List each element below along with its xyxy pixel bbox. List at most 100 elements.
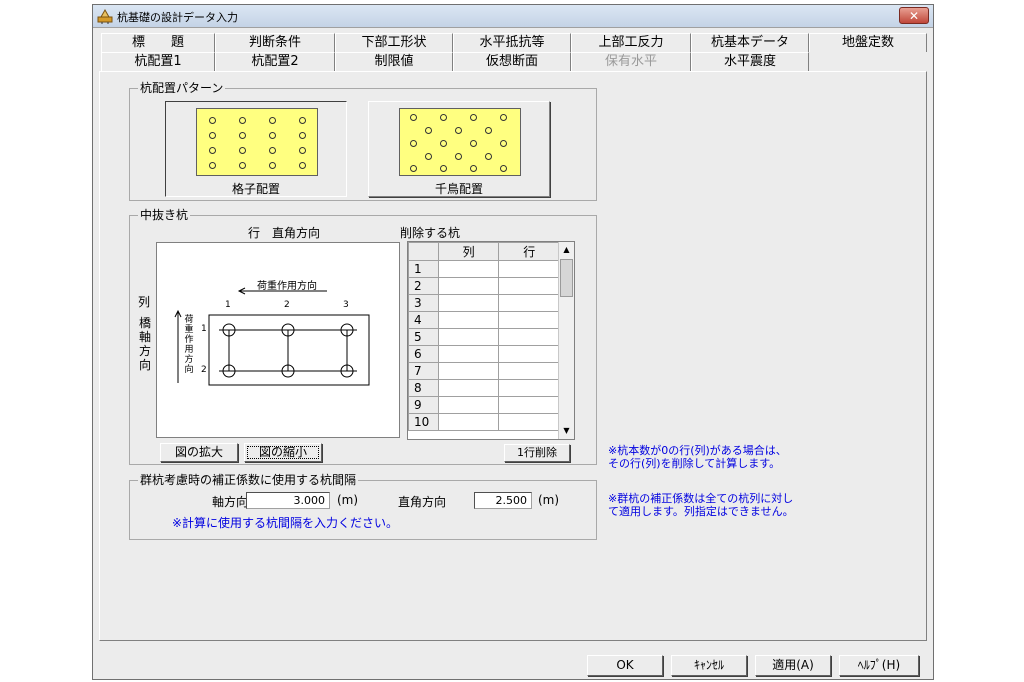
row-cell[interactable]	[498, 362, 560, 380]
table-row[interactable]: 8	[408, 379, 560, 397]
tab-title[interactable]: 標 題	[101, 33, 215, 52]
row-cell[interactable]	[498, 345, 560, 363]
column-cell[interactable]	[437, 413, 500, 431]
load-direction-vertical-label: 荷重作用方向	[184, 315, 194, 375]
load-direction-label: 荷重作用方向	[257, 281, 317, 292]
cancel-button[interactable]: ｷｬﾝｾﾙ	[671, 655, 747, 676]
table-row[interactable]: 3	[408, 294, 560, 312]
column-cell[interactable]	[437, 277, 500, 295]
perpendicular-unit-label: (m)	[538, 493, 560, 507]
hollow-piles-group: 中抜き杭 行 直角方向 列 橋軸方向 荷重作用方向 荷重作用方向 1 2 3 1…	[129, 208, 597, 465]
title-bar: 杭基礎の設計データ入力 ✕	[93, 5, 933, 28]
spacing-input-note: ※計算に使用する杭間隔を入力ください。	[172, 516, 399, 530]
column-cell[interactable]	[437, 379, 500, 397]
column-cell[interactable]	[437, 311, 500, 329]
tab-virtual-section[interactable]: 仮想断面	[453, 52, 571, 71]
table-row[interactable]: 7	[408, 362, 560, 380]
tab-limit-values[interactable]: 制限値	[335, 52, 453, 71]
table-row[interactable]: 2	[408, 277, 560, 295]
row-header: 5	[408, 328, 439, 346]
row-cell[interactable]	[498, 277, 560, 295]
pile-pattern-group: 杭配置パターン 格子配置 千鳥配置	[129, 81, 597, 201]
row-cell[interactable]	[498, 260, 560, 278]
row-header: 4	[408, 311, 439, 329]
tab-ultimate-horizontal[interactable]: 保有水平	[571, 52, 691, 71]
tab-horizontal-seismic[interactable]: 水平震度	[691, 52, 809, 71]
hollow-piles-group-label: 中抜き杭	[138, 208, 191, 222]
tab-superstructure-reaction[interactable]: 上部工反力	[571, 33, 691, 52]
dialog-window: 杭基礎の設計データ入力 ✕ 標 題 判断条件 下部工形状 水平抵抗等 上部工反力…	[92, 4, 934, 680]
tab-horizontal-resistance[interactable]: 水平抵抗等	[453, 33, 571, 52]
column-cell[interactable]	[437, 396, 500, 414]
delete-piles-grid[interactable]: 列 行 1 2 3 4 5 6 7 8 9 10 ▲ ▼	[407, 241, 575, 440]
grid-layout-button[interactable]: 格子配置	[165, 101, 347, 197]
close-button[interactable]: ✕	[899, 7, 929, 24]
perpendicular-spacing-input[interactable]: 2.500	[474, 492, 532, 509]
ok-button[interactable]: OK	[587, 655, 663, 676]
table-row[interactable]: 10	[408, 413, 560, 431]
table-row[interactable]: 6	[408, 345, 560, 363]
staggered-layout-label: 千鳥配置	[434, 182, 483, 196]
row-cell[interactable]	[498, 311, 560, 329]
column-cell[interactable]	[437, 362, 500, 380]
column-cell[interactable]	[437, 328, 500, 346]
table-row[interactable]: 9	[408, 396, 560, 414]
scroll-thumb[interactable]	[560, 259, 573, 297]
window-title: 杭基礎の設計データ入力	[117, 11, 238, 24]
axial-unit-label: (m)	[337, 493, 359, 507]
axial-spacing-input[interactable]: 3.000	[246, 492, 330, 509]
column-cell[interactable]	[437, 260, 500, 278]
row-cell[interactable]	[498, 379, 560, 397]
tab-row-bottom: 杭配置1 杭配置2 制限値 仮想断面 保有水平 水平震度	[99, 52, 929, 71]
tab-pile-basic-data[interactable]: 杭基本データ	[691, 33, 809, 52]
row-header: 8	[408, 379, 439, 397]
scroll-up-icon[interactable]: ▲	[559, 242, 574, 258]
table-row[interactable]: 4	[408, 311, 560, 329]
col-number-3: 3	[343, 300, 349, 310]
pile-pattern-group-label: 杭配置パターン	[138, 81, 226, 95]
note-zero-piles-line1: ※杭本数が0の行(列)がある場合は、	[608, 444, 787, 457]
tab-pile-layout-2[interactable]: 杭配置2	[215, 52, 335, 71]
note-zero-piles-line2: その行(列)を削除して計算します。	[608, 457, 781, 470]
bridge-axis-direction-label: 橋軸方向	[138, 316, 151, 372]
staggered-layout-button[interactable]: 千鳥配置	[368, 101, 550, 197]
col-number-2: 2	[284, 300, 290, 310]
row-header: 1	[408, 260, 439, 278]
grid-header-row: 行	[498, 242, 560, 261]
grid-scrollbar[interactable]: ▲ ▼	[558, 242, 574, 439]
note-group-factor-line1: ※群杭の補正係数は全ての杭列に対し	[608, 492, 794, 505]
row-number-2: 2	[201, 365, 207, 375]
table-row[interactable]: 1	[408, 260, 560, 278]
pile-spacing-group: 群杭考慮時の補正係数に使用する杭間隔 軸方向 3.000 (m) 直角方向 2.…	[129, 473, 597, 540]
row-number-1: 1	[201, 324, 207, 334]
grid-corner-cell	[408, 242, 439, 261]
row-header: 9	[408, 396, 439, 414]
app-icon	[97, 8, 113, 24]
row-header: 6	[408, 345, 439, 363]
tab-ground-constants[interactable]: 地盤定数	[809, 33, 927, 52]
axial-direction-label: 軸方向	[212, 495, 249, 509]
pile-layout-diagram: 荷重作用方向 荷重作用方向 1 2 3 1 2	[156, 242, 400, 438]
tab-substructure-shape[interactable]: 下部工形状	[335, 33, 453, 52]
scroll-down-icon[interactable]: ▼	[559, 423, 574, 439]
grid-header-column: 列	[437, 242, 500, 261]
tab-row-top: 標 題 判断条件 下部工形状 水平抵抗等 上部工反力 杭基本データ 地盤定数	[99, 33, 929, 52]
apply-button[interactable]: 適用(A)	[755, 655, 831, 676]
grid-layout-label: 格子配置	[231, 182, 280, 196]
staggered-pattern-image	[399, 108, 521, 176]
delete-row-button[interactable]: 1行削除	[504, 444, 570, 462]
zoom-out-button[interactable]: 図の縮小	[244, 443, 322, 462]
tab-judgment-conditions[interactable]: 判断条件	[215, 33, 335, 52]
row-cell[interactable]	[498, 328, 560, 346]
row-direction-label: 行 直角方向	[248, 226, 321, 240]
tab-pile-layout-1[interactable]: 杭配置1	[101, 52, 215, 71]
row-header: 10	[408, 413, 439, 431]
row-cell[interactable]	[498, 396, 560, 414]
column-cell[interactable]	[437, 294, 500, 312]
help-button[interactable]: ﾍﾙﾌﾟ(H)	[839, 655, 919, 676]
row-cell[interactable]	[498, 413, 560, 431]
column-cell[interactable]	[437, 345, 500, 363]
row-cell[interactable]	[498, 294, 560, 312]
table-row[interactable]: 5	[408, 328, 560, 346]
zoom-in-button[interactable]: 図の拡大	[160, 443, 238, 462]
